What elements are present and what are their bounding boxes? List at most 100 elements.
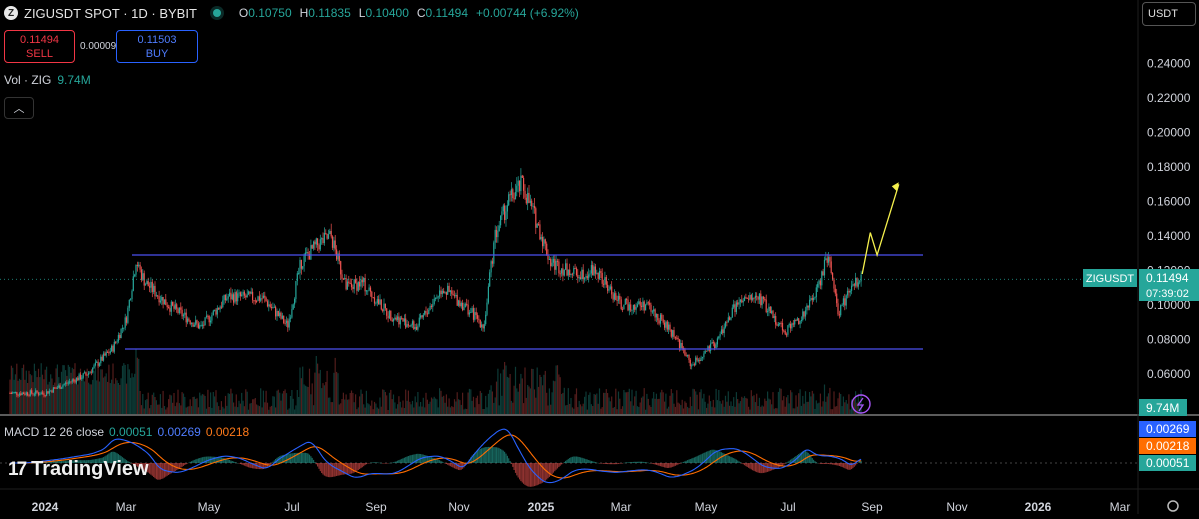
volume-bar xyxy=(162,390,164,414)
candle-body xyxy=(659,314,662,324)
candle-body xyxy=(669,324,671,330)
volume-bar xyxy=(291,390,293,414)
volume-bar xyxy=(699,392,701,414)
macd-hist-bar xyxy=(695,456,697,463)
macd-hist-bar xyxy=(235,462,237,463)
volume-bar xyxy=(673,403,675,414)
macd-hist-bar xyxy=(742,463,744,465)
macd-hist-bar xyxy=(395,461,397,463)
macd-hist-bar xyxy=(380,462,382,464)
candle-body xyxy=(27,392,29,396)
macd-hist-bar xyxy=(544,463,546,481)
volume-bar xyxy=(421,406,423,414)
volume-bar xyxy=(788,403,790,414)
macd-hist-bar xyxy=(746,463,748,467)
candle-body xyxy=(556,260,559,262)
currency-button[interactable]: USDT xyxy=(1142,2,1196,26)
macd-hist-bar xyxy=(323,463,325,476)
volume-bar xyxy=(632,405,634,414)
volume-bar xyxy=(809,392,811,414)
candle-body xyxy=(158,296,160,303)
macd-hist-bar xyxy=(504,451,506,463)
settings-icon[interactable] xyxy=(1167,500,1179,512)
macd-hist-bar xyxy=(776,463,778,469)
volume-bar xyxy=(127,364,129,414)
macd-hist-bar xyxy=(307,453,309,463)
volume-bar xyxy=(735,392,737,414)
candle-body xyxy=(494,229,496,243)
candle-body xyxy=(139,264,141,270)
candle-body xyxy=(62,385,64,388)
macd-hist-bar xyxy=(738,461,740,463)
macd-hist-bar xyxy=(336,463,338,476)
candle-body xyxy=(246,294,248,298)
volume-bar xyxy=(390,389,392,414)
collapse-legend-button[interactable]: ︿ xyxy=(4,97,34,119)
macd-hist-bar xyxy=(570,457,572,463)
candle-body xyxy=(620,299,622,309)
sell-button[interactable]: 0.11494 SELL xyxy=(4,30,75,63)
macd-hist-bar xyxy=(265,463,267,468)
macd-hist-bar xyxy=(578,457,580,463)
volume-bar xyxy=(13,379,15,414)
volume-bar xyxy=(348,399,350,414)
candle-body xyxy=(635,306,637,310)
volume-bar xyxy=(394,402,396,414)
candle-body xyxy=(645,304,647,311)
volume-bar xyxy=(201,394,203,414)
macd-hist-bar xyxy=(628,462,630,463)
symbol-title[interactable]: ZIGUSDT SPOT · 1D · BYBIT xyxy=(24,6,197,21)
volume-bar xyxy=(246,391,248,414)
macd-hist-bar xyxy=(394,461,396,463)
macd-hist-bar xyxy=(314,462,316,463)
candle-body xyxy=(177,308,179,313)
volume-bar xyxy=(340,403,342,414)
candle-body xyxy=(181,309,183,317)
volume-bar xyxy=(410,404,412,414)
volume-bar xyxy=(193,396,195,414)
volume-bar xyxy=(481,392,483,414)
buy-button[interactable]: 0.11503 BUY xyxy=(116,30,198,63)
macd-hist-bar xyxy=(502,450,504,463)
volume-bar xyxy=(424,407,426,414)
candle-body xyxy=(261,298,263,300)
volume-bar xyxy=(300,378,302,414)
volume-bar xyxy=(107,381,109,414)
volume-bar xyxy=(169,394,171,414)
volume-bar xyxy=(463,409,465,414)
symbol-marker-label: ZIGUSDT xyxy=(1086,273,1135,285)
candle-body xyxy=(359,281,361,287)
volume-bar xyxy=(296,390,298,414)
macd-hist-bar xyxy=(168,463,170,475)
volume-bar xyxy=(550,404,552,414)
macd-marker-value: 0.00269 xyxy=(1146,422,1190,436)
volume-bar xyxy=(592,406,594,414)
volume-bar xyxy=(178,403,180,414)
volume-bar xyxy=(211,407,213,414)
volume-bars xyxy=(9,349,862,414)
candle-body xyxy=(444,292,446,294)
candle-body xyxy=(216,307,218,315)
candle-body xyxy=(66,382,68,384)
volume-bar xyxy=(670,389,672,414)
macd-hist-bar xyxy=(657,463,659,466)
macd-hist-bar xyxy=(162,463,164,479)
volume-bar xyxy=(739,401,741,414)
volume-bar xyxy=(222,406,224,414)
candle-body xyxy=(827,257,830,263)
candle-body xyxy=(810,298,812,300)
candle-body xyxy=(775,316,777,325)
tradingview-logo[interactable]: 17 TradingView xyxy=(8,458,149,481)
volume-bar xyxy=(662,392,664,414)
volume-bar xyxy=(55,368,57,414)
volume-bar xyxy=(510,400,512,414)
macd-hist-bar xyxy=(195,459,197,463)
volume-bar xyxy=(647,398,649,414)
volume-bar xyxy=(77,384,79,414)
macd-hist-bar xyxy=(249,463,251,468)
candle-body xyxy=(809,299,811,308)
volume-bar xyxy=(338,404,340,414)
volume-bar xyxy=(409,401,411,414)
volume-bar xyxy=(676,390,678,414)
volume-bar xyxy=(31,375,33,414)
